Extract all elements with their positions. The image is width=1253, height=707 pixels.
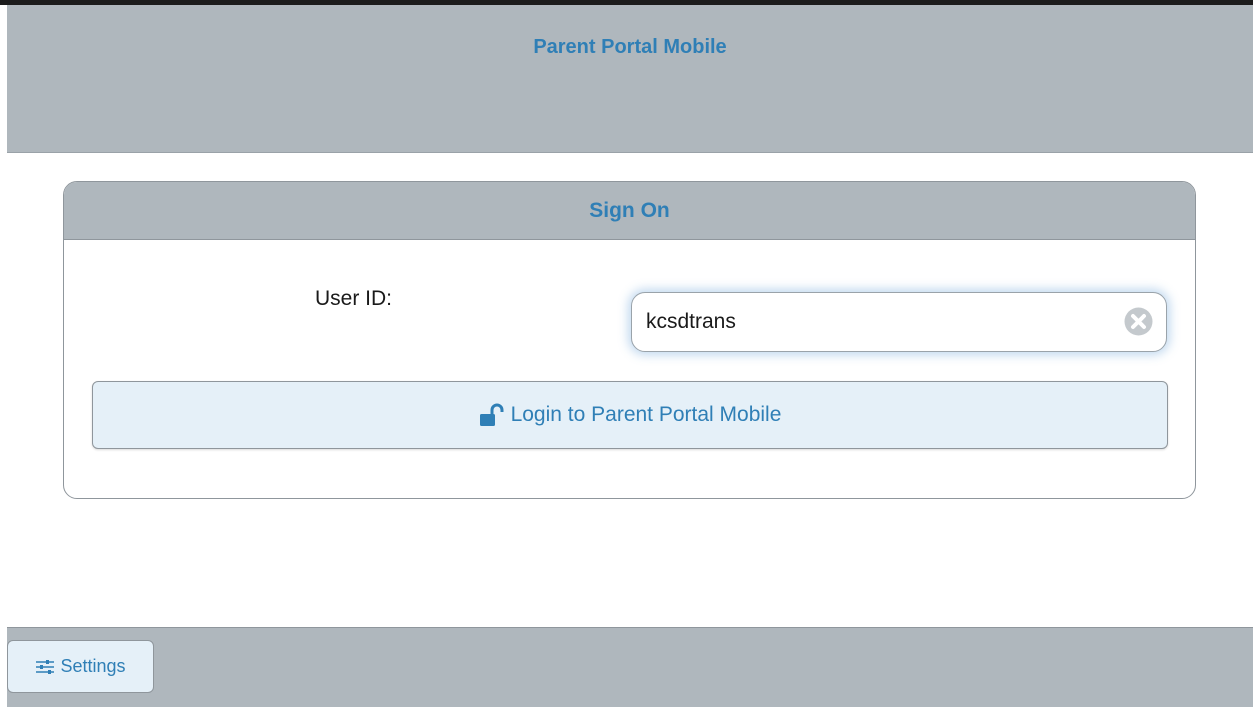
settings-button-label: Settings (60, 656, 126, 676)
app-header: Parent Portal Mobile (7, 5, 1253, 153)
user-id-label: User ID: (315, 287, 393, 310)
settings-button[interactable]: Settings (7, 640, 154, 693)
unlock-icon (479, 403, 504, 426)
app-title: Parent Portal Mobile (533, 36, 727, 58)
footer-bar: Settings (7, 627, 1253, 707)
sliders-icon (36, 659, 55, 674)
login-button[interactable]: Login to Parent Portal Mobile (92, 381, 1168, 449)
login-button-label: Login to Parent Portal Mobile (510, 403, 782, 426)
user-id-input[interactable] (646, 307, 1086, 337)
clear-icon[interactable] (1123, 306, 1154, 337)
user-id-field[interactable] (631, 292, 1167, 352)
sign-on-panel: Sign On User ID: Login to Parent Portal … (63, 181, 1196, 499)
sign-on-title: Sign On (64, 182, 1195, 240)
